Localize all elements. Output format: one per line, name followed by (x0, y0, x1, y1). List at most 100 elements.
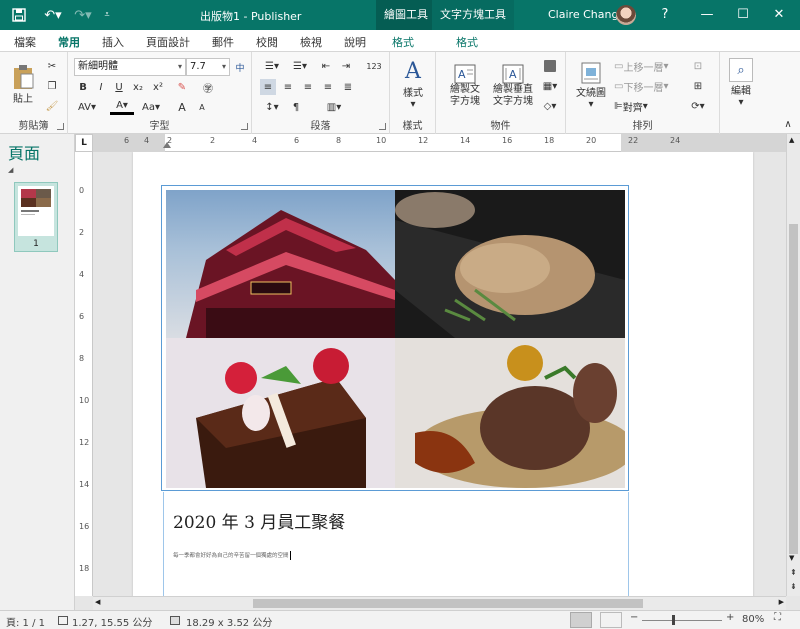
tab-page-design[interactable]: 頁面設計 (146, 34, 190, 50)
align-left-icon[interactable]: ≡ (260, 79, 276, 95)
grow-font-button[interactable]: A (174, 99, 190, 115)
save-icon[interactable] (10, 6, 28, 24)
underline-button[interactable]: U (112, 79, 126, 95)
shrink-font-button[interactable]: A (194, 99, 210, 115)
zoom-out-icon[interactable]: − (630, 612, 638, 623)
tab-format-drawing[interactable]: 格式 (392, 34, 414, 50)
format-painter-icon[interactable]: 🖌 (44, 98, 60, 114)
collapse-triangle-icon[interactable]: ◢ (8, 166, 13, 174)
page[interactable]: 2020 年 3 月員工聚餐 每一季都會好好為自己的辛苦留一個獨處的空間 (133, 152, 753, 596)
clear-formatting-icon[interactable]: ✎ (174, 79, 190, 95)
previous-page-icon[interactable]: ⇞ (790, 568, 797, 577)
help-icon[interactable]: ? (648, 0, 682, 30)
vertical-scrollbar[interactable]: ▲ ▼ ⇞ ⇟ (786, 134, 800, 596)
shapes-icon[interactable]: ◇▾ (540, 98, 560, 114)
collapse-ribbon-icon[interactable]: ∧ (782, 118, 794, 130)
wrap-text-button[interactable]: 文繞圖 ▾ (572, 58, 610, 114)
minimize-icon[interactable]: — (690, 0, 724, 30)
fit-page-icon[interactable]: ⛶ (774, 612, 781, 623)
line-numbering-icon[interactable]: 123 (364, 58, 384, 74)
align-button[interactable]: ⊫ 對齊 ▾ (614, 98, 674, 114)
copy-icon[interactable]: ❐ (44, 78, 60, 94)
close-icon[interactable]: ✕ (762, 0, 796, 30)
contextual-tab-drawing-tools[interactable]: 繪圖工具 (376, 0, 436, 30)
enclose-character-icon[interactable]: ㊫ (200, 79, 216, 95)
font-name-combo[interactable]: 新細明體 ▾ (74, 58, 186, 76)
maximize-icon[interactable]: ☐ (726, 0, 760, 30)
tab-stop-selector[interactable]: L (75, 134, 93, 152)
send-backward-button[interactable]: ▭ 下移一層 ▾ (614, 78, 684, 94)
tab-format-textbox[interactable]: 格式 (456, 34, 478, 50)
increase-indent-icon[interactable]: ⇥ (338, 58, 354, 74)
scroll-up-icon[interactable]: ▲ (789, 136, 794, 144)
paste-button[interactable]: 貼上 (8, 58, 38, 110)
picture-icon[interactable] (540, 58, 560, 74)
document-canvas[interactable]: 2020 年 3 月員工聚餐 每一季都會好好為自己的辛苦留一個獨處的空間 (93, 152, 786, 596)
picture-collage[interactable] (161, 185, 629, 491)
scroll-left-icon[interactable]: ◀ (95, 598, 100, 606)
draw-vertical-textbox-button[interactable]: A 繪製垂直文字方塊 (490, 58, 536, 114)
horizontal-scroll-thumb[interactable] (253, 599, 643, 608)
photo-duck-dish[interactable] (395, 338, 625, 488)
photo-chocolate-cake[interactable] (166, 338, 395, 488)
cut-icon[interactable]: ✂ (44, 58, 60, 74)
tab-home[interactable]: 常用 (58, 34, 80, 54)
group-objects-icon[interactable]: ⊡ (688, 58, 708, 74)
align-right-icon[interactable]: ≡ (300, 79, 316, 95)
ungroup-icon[interactable]: ⊞ (688, 78, 708, 94)
bullets-icon[interactable]: ☰▾ (260, 58, 284, 74)
photo-pavilion[interactable] (166, 190, 395, 338)
numbering-icon[interactable]: ☰▾ (288, 58, 312, 74)
user-name[interactable]: Claire Chang (548, 8, 618, 21)
align-center-icon[interactable]: ≡ (280, 79, 296, 95)
single-page-view-icon[interactable] (570, 612, 592, 628)
line-spacing-icon[interactable]: ↕▾ (260, 99, 284, 115)
change-case-button[interactable]: Aa ▾ (138, 99, 164, 115)
distribute-icon[interactable]: ≣ (340, 79, 356, 95)
vertical-ruler[interactable]: 0 2 4 6 8 10 12 14 16 18 (75, 152, 93, 596)
justify-icon[interactable]: ≡ (320, 79, 336, 95)
scroll-right-icon[interactable]: ▶ (779, 598, 784, 606)
photo-abalone-dish[interactable] (395, 190, 625, 338)
styles-button[interactable]: A 樣式 ▾ (396, 58, 430, 110)
tab-file[interactable]: 檔案 (14, 34, 36, 50)
tab-review[interactable]: 校閱 (256, 34, 278, 50)
tab-insert[interactable]: 插入 (102, 34, 124, 50)
character-spacing-icon[interactable]: AV▾ (76, 99, 98, 115)
draw-textbox-button[interactable]: A 繪製文字方塊 (442, 58, 488, 114)
zoom-slider-handle[interactable] (672, 615, 675, 625)
document-body-textbox[interactable]: 每一季都會好好為自己的辛苦留一個獨處的空間 (173, 551, 291, 560)
decrease-indent-icon[interactable]: ⇤ (318, 58, 334, 74)
editing-button[interactable]: ⌕ 編輯 ▾ (726, 58, 756, 108)
horizontal-ruler[interactable]: 6 4 2 2 4 6 8 10 12 14 16 18 20 22 24 (93, 134, 786, 152)
phonetic-guide-icon[interactable]: 中 (232, 58, 248, 76)
subscript-button[interactable]: x₂ (130, 79, 146, 95)
rotate-icon[interactable]: ⟳▾ (688, 98, 708, 114)
font-size-combo[interactable]: 7.7 ▾ (186, 58, 230, 76)
next-page-icon[interactable]: ⇟ (790, 582, 797, 591)
bold-button[interactable]: B (76, 79, 90, 95)
undo-icon[interactable]: ↶▾ (40, 6, 66, 24)
redo-icon[interactable]: ↷▾ (70, 6, 96, 24)
two-page-view-icon[interactable] (600, 612, 622, 628)
status-page[interactable]: 頁: 1 / 1 (6, 614, 45, 629)
vertical-scroll-thumb[interactable] (789, 224, 798, 554)
clipboard-launcher-icon[interactable] (57, 123, 64, 130)
font-launcher-icon[interactable] (241, 123, 248, 130)
scroll-down-icon[interactable]: ▼ (789, 554, 794, 562)
paragraph-launcher-icon[interactable] (379, 123, 386, 130)
document-heading[interactable]: 2020 年 3 月員工聚餐 (173, 508, 345, 533)
customize-toolbar-icon[interactable]: ⩡ (100, 6, 114, 24)
font-color-button[interactable]: A▾ (110, 99, 134, 115)
superscript-button[interactable]: x² (150, 79, 166, 95)
contextual-tab-textbox-tools[interactable]: 文字方塊工具 (432, 0, 514, 30)
zoom-slider[interactable] (642, 620, 722, 621)
italic-button[interactable]: I (94, 79, 108, 95)
columns-icon[interactable]: ▥▾ (322, 99, 346, 115)
avatar[interactable] (616, 5, 636, 25)
tab-view[interactable]: 檢視 (300, 34, 322, 50)
bring-forward-button[interactable]: ▭ 上移一層 ▾ (614, 58, 684, 74)
tab-help[interactable]: 說明 (344, 34, 366, 50)
paragraph-mark-icon[interactable]: ¶ (288, 99, 304, 115)
table-icon[interactable]: ▦▾ (540, 78, 560, 94)
